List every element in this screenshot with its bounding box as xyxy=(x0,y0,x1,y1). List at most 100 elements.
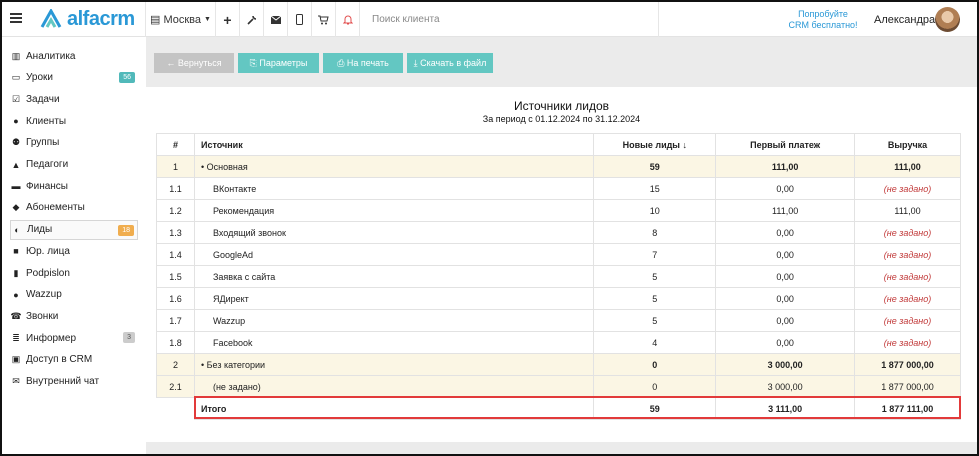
sidebar-item[interactable]: ▥ Аналитика xyxy=(10,46,138,66)
row-revenue: (не задано) xyxy=(854,287,961,310)
sidebar-item[interactable]: ▲ Педагоги xyxy=(10,155,138,175)
cart-icon[interactable] xyxy=(311,2,335,37)
tasks-icon: ☑ xyxy=(11,93,21,104)
city-selector[interactable]: ▤ Москва ▼ xyxy=(145,2,215,37)
row-source: Facebook xyxy=(193,331,595,354)
row-revenue: (не задано) xyxy=(854,221,961,244)
col-new-leads[interactable]: Новые лиды ↓ xyxy=(593,133,717,156)
sidebar-item-label: Задачи xyxy=(26,93,60,105)
client-search-input[interactable]: Поиск клиента xyxy=(359,2,659,37)
print-button[interactable]: ⎙ На печать xyxy=(323,53,403,73)
sidebar-item[interactable]: ☑ Задачи xyxy=(10,89,138,109)
row-number: 2.1 xyxy=(156,375,195,398)
row-number: 1.6 xyxy=(156,287,195,310)
row-number: 1.5 xyxy=(156,265,195,288)
sidebar-item[interactable]: ◆ Абонементы xyxy=(10,198,138,218)
table-row[interactable]: 1Основная59111,00111,00 xyxy=(156,155,961,178)
bell-glyph xyxy=(342,15,353,25)
row-new-leads: 8 xyxy=(593,221,717,244)
back-button[interactable]: ← Вернуться xyxy=(154,53,234,73)
sidebar-item[interactable]: ● Клиенты xyxy=(10,111,138,131)
wrench-icon[interactable] xyxy=(239,2,263,37)
row-new-leads: 10 xyxy=(593,199,717,222)
table-header-row: # Источник Новые лиды ↓ Первый платеж Вы… xyxy=(156,133,961,156)
table-row[interactable]: 1.6 ЯДирект 5 0,00 (не задано) xyxy=(156,287,961,310)
avatar[interactable] xyxy=(935,7,960,32)
menu-icon[interactable] xyxy=(10,13,22,23)
table-row[interactable]: 1.3 Входящий звонок 8 0,00 (не задано) xyxy=(156,221,961,244)
sidebar-item-label: Уроки xyxy=(26,72,53,84)
parameters-button[interactable]: ⎘ Параметры xyxy=(238,53,319,73)
sidebar-item[interactable]: ▬ Финансы xyxy=(10,176,138,196)
mail-icon[interactable] xyxy=(263,2,287,37)
row-source: GoogleAd xyxy=(193,243,595,266)
row-first-payment: 0,00 xyxy=(715,243,856,266)
wrench-glyph xyxy=(246,15,256,25)
col-first-payment[interactable]: Первый платеж xyxy=(715,133,856,156)
table-body: 1Основная59111,00111,001.1ВКонтакте150,0… xyxy=(156,155,961,398)
sidebar-item-label: Группы xyxy=(26,137,60,149)
row-first-payment: 0,00 xyxy=(715,265,856,288)
col-number: # xyxy=(156,133,195,156)
sidebar-item[interactable]: ≣ Информер 3 xyxy=(10,328,138,348)
sidebar-item[interactable]: ◐ Лиды 18 xyxy=(10,219,138,240)
row-revenue: 1 877 000,00 xyxy=(854,353,961,376)
row-source: Заявка с сайта xyxy=(193,265,595,288)
promo-line-1: Попробуйте xyxy=(798,9,848,19)
sidebar-item[interactable]: ■ Юр. лица xyxy=(10,241,138,261)
sidebar-item-label: Клиенты xyxy=(26,115,67,127)
row-source: Рекомендация xyxy=(193,199,595,222)
sidebar: ▥ Аналитика ▭ Уроки 56 ☑ Задачи ● Клиенты ⚉ Группы… xyxy=(2,37,146,454)
sidebar-item[interactable]: ▮ Podpislon xyxy=(10,263,138,283)
row-number: 1 xyxy=(156,155,195,178)
row-number: 1.3 xyxy=(156,221,195,244)
row-first-payment: 0,00 xyxy=(715,309,856,332)
total-highlight-box xyxy=(194,396,961,419)
download-button[interactable]: ⤓ Скачать в файл xyxy=(407,53,493,73)
row-source: Основная xyxy=(193,155,595,178)
logo-text: alfacrm xyxy=(67,7,135,30)
table-row[interactable]: 1.7 Wazzup 5 0,00 (не задано) xyxy=(156,309,961,332)
report-period: За период с 01.12.2024 по 31.12.2024 xyxy=(482,114,641,124)
row-number: 1.1 xyxy=(156,177,195,200)
money-icon: ▬ xyxy=(11,181,21,192)
row-source: Без категории xyxy=(193,353,595,376)
table-row[interactable]: 2.1 (не задано) 0 3 000,00 1 877 000,00 xyxy=(156,375,961,398)
sidebar-item[interactable]: ▭ Уроки 56 xyxy=(10,68,138,88)
bell-icon[interactable] xyxy=(335,2,359,37)
user-name[interactable]: Александра xyxy=(874,14,935,26)
row-number: 1.7 xyxy=(156,309,195,332)
table-row[interactable]: 2Без категории03 000,001 877 000,00 xyxy=(156,353,961,376)
teacher-icon: ▲ xyxy=(11,159,21,170)
logo[interactable]: alfacrm xyxy=(40,8,135,30)
col-source[interactable]: Источник xyxy=(193,133,595,156)
col-revenue[interactable]: Выручка xyxy=(854,133,961,156)
table-row[interactable]: 1.2 Рекомендация 10 111,00 111,00 xyxy=(156,199,961,222)
sidebar-item[interactable]: ⚉ Группы xyxy=(10,133,138,153)
row-new-leads: 15 xyxy=(593,177,717,200)
table-row[interactable]: 1.1 ВКонтакте 15 0,00 (не задано) xyxy=(156,177,961,200)
count-badge: 18 xyxy=(118,224,134,236)
row-revenue: (не задано) xyxy=(854,331,961,354)
sidebar-item-label: Педагоги xyxy=(26,159,69,170)
mobile-icon[interactable] xyxy=(287,2,311,37)
sidebar-item[interactable]: ☎ Звонки xyxy=(10,306,138,326)
sidebar-item[interactable]: ▣ Доступ в CRM xyxy=(10,350,138,370)
row-first-payment: 0,00 xyxy=(715,221,856,244)
sidebar-item[interactable]: ● Wazzup xyxy=(10,285,138,305)
table-row[interactable]: 1.5 Заявка с сайта 5 0,00 (не задано) xyxy=(156,265,961,288)
row-new-leads: 4 xyxy=(593,331,717,354)
table-row[interactable]: 1.8 Facebook 4 0,00 (не задано) xyxy=(156,331,961,354)
total-number-cell xyxy=(157,398,195,420)
table-row[interactable]: 1.4 GoogleAd 7 0,00 (не задано) xyxy=(156,243,961,266)
row-first-payment: 0,00 xyxy=(715,331,856,354)
user-icon: ● xyxy=(13,116,19,127)
row-number: 1.4 xyxy=(156,243,195,266)
free-trial-link[interactable]: Попробуйте CRM бесплатно! xyxy=(782,9,864,31)
row-number: 1.2 xyxy=(156,199,195,222)
row-source: ВКонтакте xyxy=(193,177,595,200)
add-icon[interactable]: + xyxy=(215,2,239,37)
row-revenue: 1 877 000,00 xyxy=(854,375,961,398)
sidebar-item[interactable]: ✉ Внутренний чат xyxy=(10,372,138,392)
row-revenue: (не задано) xyxy=(854,309,961,332)
